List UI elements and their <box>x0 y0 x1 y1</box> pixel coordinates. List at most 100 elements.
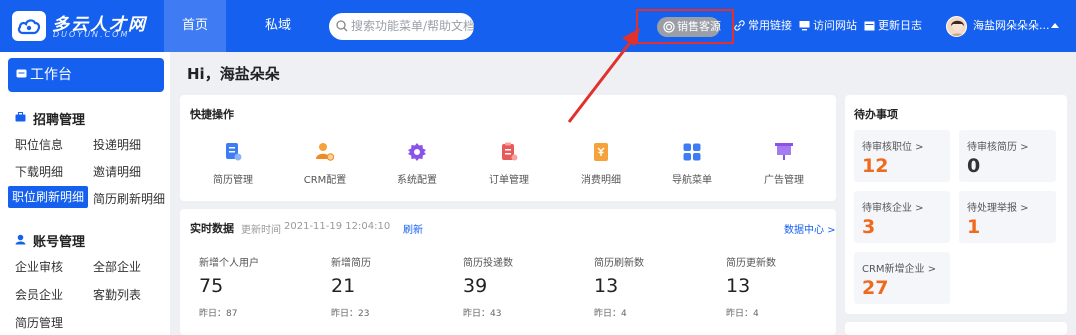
link-icon <box>734 19 745 31</box>
stat-yesterday: 昨日：4 <box>594 309 627 319</box>
chat-icon <box>16 69 27 78</box>
todo-pending-jobs[interactable]: 待审核职位 > 12 <box>854 130 950 182</box>
todo-pending-companies[interactable]: 待审核企业 > 3 <box>854 191 950 243</box>
next-panel-edge <box>845 322 1067 335</box>
refresh-link[interactable]: 刷新 <box>403 221 423 236</box>
system-config-icon <box>408 143 426 161</box>
caret-up-icon[interactable] <box>1051 23 1059 28</box>
stat-resume-refreshes: 简历刷新数 13 昨日：4 <box>594 254 704 319</box>
search-input[interactable]: 搜索功能菜单/帮助文档 <box>329 13 474 40</box>
quick-action-ad-label: 广告管理 <box>764 175 804 186</box>
sidebar-item-client-list[interactable]: 客勤列表 <box>93 286 141 303</box>
stat-new-resumes: 新增简历 21 昨日：23 <box>331 254 441 319</box>
quick-action-order-label: 订单管理 <box>489 175 529 186</box>
logo[interactable]: 多云人才网 DUOYUN.COM <box>12 11 162 43</box>
quick-action-crm-config[interactable]: CRM配置 <box>295 142 355 186</box>
nav-private[interactable]: 私域 <box>250 0 306 52</box>
todo-value: 27 <box>862 277 889 299</box>
todo-panel: 待办事项 待审核职位 > 12 待审核简历 > 0 待审核企业 > 3 待处理举… <box>845 95 1067 314</box>
highlight-box <box>636 9 734 44</box>
realtime-data-card: 实时数据 更新时间 2021-11-19 12:04:10 刷新 数据中心 > … <box>180 209 836 335</box>
stat-value: 39 <box>463 275 488 297</box>
group-title-recruit-label: 招聘管理 <box>33 113 86 128</box>
visit-site-link[interactable]: 访问网站 <box>799 0 857 52</box>
sidebar-item-all-companies[interactable]: 全部企业 <box>93 258 141 275</box>
todo-label: 待审核职位 > <box>862 142 924 153</box>
stat-value: 13 <box>594 275 619 297</box>
updated-time-label: 更新时间 <box>241 225 281 236</box>
top-bar: 多云人才网 DUOYUN.COM 首页 私域 搜索功能菜单/帮助文档 销售客源 … <box>0 0 1076 52</box>
common-links-label: 常用链接 <box>748 19 792 32</box>
todo-pending-resumes[interactable]: 待审核简历 > 0 <box>959 130 1056 182</box>
todo-pending-reports[interactable]: 待处理举报 > 1 <box>959 191 1056 243</box>
stat-value: 13 <box>726 275 751 297</box>
todo-title: 待办事项 <box>854 108 898 121</box>
order-icon <box>502 142 518 161</box>
quick-actions-title: 快捷操作 <box>190 108 234 121</box>
todo-value: 1 <box>967 216 981 238</box>
common-links-link[interactable]: 常用链接 <box>734 0 792 52</box>
workbench-label: 工作台 <box>30 67 72 83</box>
sidebar-item-member-companies[interactable]: 会员企业 <box>15 286 63 303</box>
group-title-account: 账号管理 <box>15 231 85 250</box>
group-title-recruit: 招聘管理 <box>15 109 85 128</box>
user-name[interactable]: 海盐网朵朵朵... <box>973 0 1050 52</box>
stat-label: 简历更新数 <box>726 258 776 269</box>
nav-menu-icon <box>683 143 701 161</box>
todo-label: 待审核简历 > <box>967 142 1029 153</box>
quick-action-order[interactable]: 订单管理 <box>479 142 539 186</box>
quick-action-nav-menu[interactable]: 导航菜单 <box>662 142 722 186</box>
stat-resume-updates: 简历更新数 13 昨日：4 <box>726 254 836 319</box>
resume-icon <box>226 143 242 161</box>
stat-label: 简历刷新数 <box>594 258 644 269</box>
greeting: Hi，海盐朵朵 <box>187 65 280 83</box>
quick-action-resume-label: 简历管理 <box>213 175 253 186</box>
sidebar-item-job-refresh-detail[interactable]: 职位刷新明细 <box>8 186 89 208</box>
stat-label: 简历投递数 <box>463 258 513 269</box>
quick-action-system-config[interactable]: 系统配置 <box>387 142 447 186</box>
sidebar: 工作台 招聘管理 职位信息 投递明细 下载明细 邀请明细 职位刷新明细 简历刷新… <box>0 52 170 335</box>
monitor-icon <box>799 20 810 30</box>
avatar[interactable] <box>946 16 967 37</box>
sidebar-item-resume-management[interactable]: 简历管理 <box>15 314 63 331</box>
stat-new-users: 新增个人用户 75 昨日：87 <box>199 254 309 319</box>
todo-label: 待审核企业 > <box>862 203 924 214</box>
avatar-image <box>950 20 965 36</box>
logo-subtitle: DUOYUN.COM <box>53 30 130 39</box>
todo-crm-new-companies[interactable]: CRM新增企业 > 27 <box>854 252 950 304</box>
todo-label: CRM新增企业 > <box>862 264 937 275</box>
sidebar-item-download-detail[interactable]: 下载明细 <box>15 163 63 180</box>
sidebar-item-invite-detail[interactable]: 邀请明细 <box>93 163 141 180</box>
quick-action-system-config-label: 系统配置 <box>397 175 437 186</box>
visit-site-label: 访问网站 <box>813 19 857 32</box>
quick-action-resume[interactable]: 简历管理 <box>203 142 263 186</box>
sidebar-item-workbench[interactable]: 工作台 <box>8 58 164 92</box>
sidebar-item-company-audit[interactable]: 企业审核 <box>15 258 63 275</box>
stat-value: 75 <box>199 275 224 297</box>
quick-actions-card: 快捷操作 简历管理 CRM配置 系统配置 订单管理 消费明细 导航菜单 广告管理 <box>180 95 836 201</box>
calendar-icon <box>864 21 875 30</box>
data-center-link[interactable]: 数据中心 > <box>784 221 836 236</box>
stat-yesterday: 昨日：87 <box>199 309 238 319</box>
updated-time: 2021-11-19 12:04:10 <box>284 221 391 232</box>
update-log-link[interactable]: 更新日志 <box>864 0 922 52</box>
crm-config-icon <box>316 143 335 161</box>
todo-value: 12 <box>862 155 889 177</box>
quick-action-crm-config-label: CRM配置 <box>303 175 347 186</box>
todo-value: 3 <box>862 216 876 238</box>
consume-icon <box>594 143 608 161</box>
sidebar-item-job-info[interactable]: 职位信息 <box>15 136 63 153</box>
stat-yesterday: 昨日：23 <box>331 309 370 319</box>
sidebar-item-resume-refresh-detail[interactable]: 简历刷新明细 <box>93 190 165 207</box>
nav-home[interactable]: 首页 <box>164 0 226 52</box>
sidebar-item-delivery-detail[interactable]: 投递明细 <box>93 136 141 153</box>
todo-value: 0 <box>967 155 981 177</box>
quick-action-consume[interactable]: 消费明细 <box>571 142 631 186</box>
stat-label: 新增个人用户 <box>199 258 259 269</box>
search-placeholder: 搜索功能菜单/帮助文档 <box>351 19 474 33</box>
ad-icon <box>775 143 793 160</box>
quick-action-ad[interactable]: 广告管理 <box>754 142 814 186</box>
quick-action-consume-label: 消费明细 <box>581 175 621 186</box>
stat-resume-deliveries: 简历投递数 39 昨日：43 <box>463 254 573 319</box>
stat-label: 新增简历 <box>331 258 371 269</box>
